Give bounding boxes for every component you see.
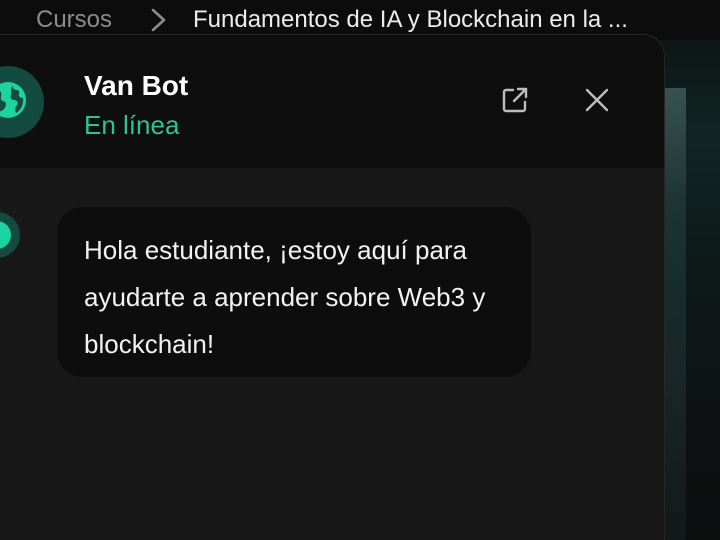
page: Cursos Fundamentos de IA y Blockchain en…: [0, 0, 720, 540]
chat-panel: Van Bot En línea Hola estudiante, ¡estoy…: [0, 34, 665, 540]
globe-icon: [0, 80, 28, 125]
open-external-button[interactable]: [495, 82, 535, 122]
breadcrumb-link-cursos[interactable]: Cursos: [36, 4, 112, 36]
chevron-right-icon: [148, 7, 170, 33]
bot-status: En línea: [84, 110, 180, 140]
bot-avatar-dot: [0, 221, 11, 249]
background-panel-edge: [664, 88, 686, 540]
bot-avatar: [0, 66, 44, 138]
bot-name: Van Bot: [84, 70, 189, 101]
close-button[interactable]: [577, 82, 617, 122]
chat-header: Van Bot En línea: [0, 35, 664, 168]
message-avatar: [0, 212, 20, 258]
bot-message-bubble: Hola estudiante, ¡estoy aquí para ayudar…: [57, 207, 531, 377]
external-link-icon: [500, 85, 530, 120]
breadcrumb-current[interactable]: Fundamentos de IA y Blockchain en la ...: [193, 4, 673, 36]
close-icon: [584, 87, 610, 118]
